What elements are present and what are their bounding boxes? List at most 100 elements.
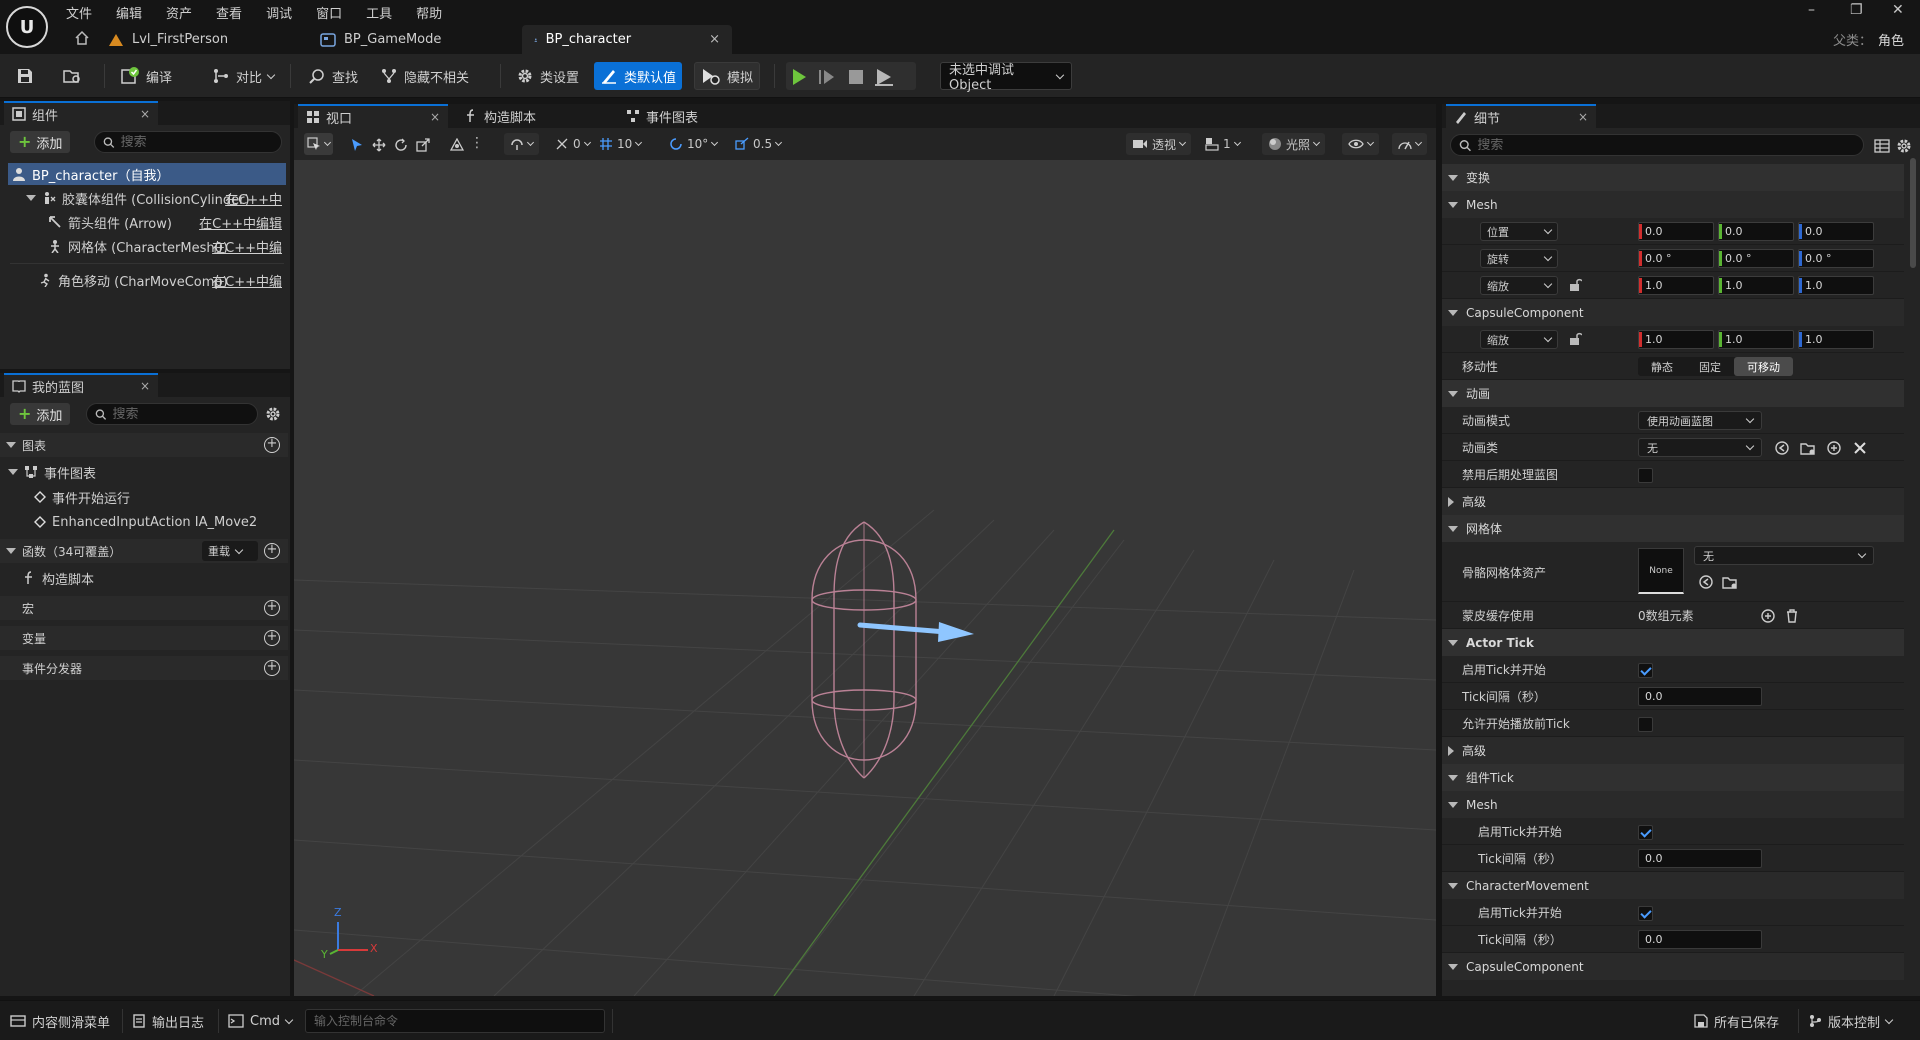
- component-root[interactable]: BP_character（自我）: [8, 163, 286, 185]
- close-panel-icon[interactable]: ×: [140, 107, 150, 121]
- category-animation[interactable]: 动画: [1442, 380, 1904, 407]
- menu-file[interactable]: 文件: [66, 3, 92, 22]
- all-saved-button[interactable]: 所有已保存: [1694, 1009, 1779, 1033]
- source-control-dropdown[interactable]: 版本控制: [1808, 1009, 1894, 1033]
- browse-folder-icon[interactable]: [1800, 440, 1816, 456]
- clear-x-icon[interactable]: [1852, 440, 1868, 456]
- rotate-tool-icon[interactable]: [394, 138, 408, 152]
- my-blueprint-search-input[interactable]: [112, 406, 249, 422]
- scale-x-field[interactable]: 1.0: [1638, 276, 1714, 295]
- scale-tool-icon[interactable]: [416, 138, 430, 152]
- category-component-tick[interactable]: 组件Tick: [1442, 764, 1904, 791]
- location-y-field[interactable]: 0.0: [1718, 222, 1794, 241]
- location-dropdown[interactable]: 位置: [1480, 222, 1558, 241]
- rotation-y-field[interactable]: 0.0 °: [1718, 249, 1794, 268]
- close-tab-icon[interactable]: ×: [430, 110, 440, 124]
- class-defaults-button[interactable]: 类默认值: [594, 62, 683, 90]
- mesh-thumbnail[interactable]: None: [1638, 548, 1684, 594]
- component-capsule[interactable]: 胶囊体组件 (CollisionCylinder) 在C++中: [26, 187, 286, 209]
- close-window-button[interactable]: ✕: [1892, 2, 1904, 18]
- tick-interval-field[interactable]: 0.0: [1638, 687, 1762, 706]
- scale-y-field[interactable]: 1.0: [1718, 276, 1794, 295]
- home-icon[interactable]: [74, 30, 90, 46]
- save-button[interactable]: [10, 62, 40, 90]
- add-circle-icon[interactable]: [1826, 440, 1842, 456]
- close-panel-icon[interactable]: ×: [140, 379, 150, 393]
- advanced-tick-toggle[interactable]: 高级: [1442, 737, 1904, 764]
- add-component-button[interactable]: + 添加: [10, 131, 71, 153]
- find-button[interactable]: 查找: [302, 62, 364, 90]
- debug-object-dropdown[interactable]: 未选中调试Object: [940, 62, 1072, 93]
- construction-script-item[interactable]: 构造脚本: [22, 567, 286, 589]
- mesh-tick-interval-field[interactable]: 0.0: [1638, 849, 1762, 868]
- diff-button[interactable]: 对比: [206, 62, 280, 90]
- mobility-stationary-option[interactable]: 固定: [1686, 357, 1734, 376]
- menu-help[interactable]: 帮助: [416, 3, 442, 22]
- class-settings-button[interactable]: 类设置: [510, 62, 585, 90]
- menu-debug[interactable]: 调试: [266, 3, 292, 22]
- hide-unrelated-button[interactable]: 隐藏不相关: [374, 62, 475, 90]
- details-search-input[interactable]: [1477, 137, 1855, 153]
- location-x-field[interactable]: 0.0: [1638, 222, 1714, 241]
- use-selected-icon[interactable]: [1774, 440, 1790, 456]
- simulate-button[interactable]: 模拟: [694, 62, 761, 90]
- details-scrollbar[interactable]: [1910, 158, 1916, 268]
- tab-details[interactable]: 细节 ×: [1446, 104, 1596, 128]
- subcategory-capsule-tick[interactable]: CapsuleComponent: [1442, 953, 1904, 980]
- close-tab-icon[interactable]: ×: [709, 32, 720, 47]
- edit-in-cpp-link[interactable]: 在C++中编: [212, 271, 282, 290]
- play-icon[interactable]: [790, 68, 808, 86]
- eject-play-icon[interactable]: [874, 68, 894, 86]
- select-tool-icon[interactable]: [350, 138, 364, 152]
- subcategory-mesh[interactable]: Mesh: [1442, 191, 1904, 218]
- scale-dropdown[interactable]: 缩放: [1480, 276, 1558, 295]
- section-dispatchers[interactable]: 事件分发器 +: [0, 656, 288, 680]
- add-element-icon[interactable]: [1760, 608, 1776, 624]
- layers-dropdown[interactable]: 1: [1202, 133, 1243, 155]
- settings-gear-icon[interactable]: [265, 406, 281, 422]
- doc-tab-character[interactable]: BP_character ×: [522, 25, 732, 54]
- tab-components[interactable]: 组件 ×: [4, 101, 158, 125]
- component-arrow[interactable]: 箭头组件 (Arrow) 在C++中编辑: [48, 211, 286, 233]
- browse-button[interactable]: [56, 62, 88, 90]
- angle-snap-dropdown[interactable]: 10°: [666, 133, 720, 155]
- parent-class-value[interactable]: 角色: [1878, 34, 1904, 49]
- edit-in-cpp-link[interactable]: 在C++中编辑: [199, 213, 282, 232]
- compile-button[interactable]: 编译: [114, 62, 178, 90]
- move-tool-icon[interactable]: [372, 138, 386, 152]
- category-transform[interactable]: 变换: [1442, 164, 1904, 191]
- component-movement[interactable]: 角色移动 (CharMoveComp) 在C++中编: [38, 269, 286, 291]
- unreal-logo-icon[interactable]: U: [6, 6, 48, 48]
- tab-construction-script[interactable]: 构造脚本: [456, 104, 544, 128]
- mobility-movable-option[interactable]: 可移动: [1734, 357, 1793, 376]
- add-macro-icon[interactable]: +: [264, 600, 280, 616]
- minimize-button[interactable]: –: [1808, 2, 1815, 18]
- select-mode-dropdown[interactable]: [304, 133, 333, 155]
- subcategory-capsule[interactable]: CapsuleComponent: [1442, 299, 1904, 326]
- tab-event-graph[interactable]: 事件图表: [618, 104, 706, 128]
- capsule-scale-x-field[interactable]: 1.0: [1638, 330, 1714, 349]
- collapse-arrow-icon[interactable]: [6, 548, 16, 554]
- menu-window[interactable]: 窗口: [316, 3, 342, 22]
- rotation-z-field[interactable]: 0.0 °: [1798, 249, 1874, 268]
- performance-dropdown[interactable]: [1392, 133, 1427, 155]
- subcategory-char-movement[interactable]: CharacterMovement: [1442, 872, 1904, 899]
- add-dispatcher-icon[interactable]: +: [264, 660, 280, 676]
- category-mesh[interactable]: 网格体: [1442, 515, 1904, 542]
- tick-enable-checkbox[interactable]: [1638, 663, 1653, 678]
- browse-folder-icon[interactable]: [1722, 574, 1738, 590]
- add-graph-icon[interactable]: +: [264, 437, 280, 453]
- section-macros[interactable]: 宏 +: [0, 596, 288, 620]
- override-dropdown[interactable]: 重载: [202, 541, 258, 561]
- menu-asset[interactable]: 资产: [166, 3, 192, 22]
- capsule-scale-y-field[interactable]: 1.0: [1718, 330, 1794, 349]
- edit-in-cpp-link[interactable]: 在C++中: [225, 189, 282, 208]
- component-mesh[interactable]: 网格体 (CharacterMesh0) 在C++中编: [48, 235, 286, 257]
- my-blueprint-search[interactable]: [86, 403, 258, 425]
- anim-mode-dropdown[interactable]: 使用动画蓝图: [1638, 411, 1762, 430]
- capsule-scale-dropdown[interactable]: 缩放: [1480, 330, 1558, 349]
- subcategory-mesh-tick[interactable]: Mesh: [1442, 791, 1904, 818]
- advanced-animation-toggle[interactable]: 高级: [1442, 488, 1904, 515]
- trash-icon[interactable]: [1784, 608, 1800, 624]
- section-graphs[interactable]: 图表 +: [0, 433, 288, 457]
